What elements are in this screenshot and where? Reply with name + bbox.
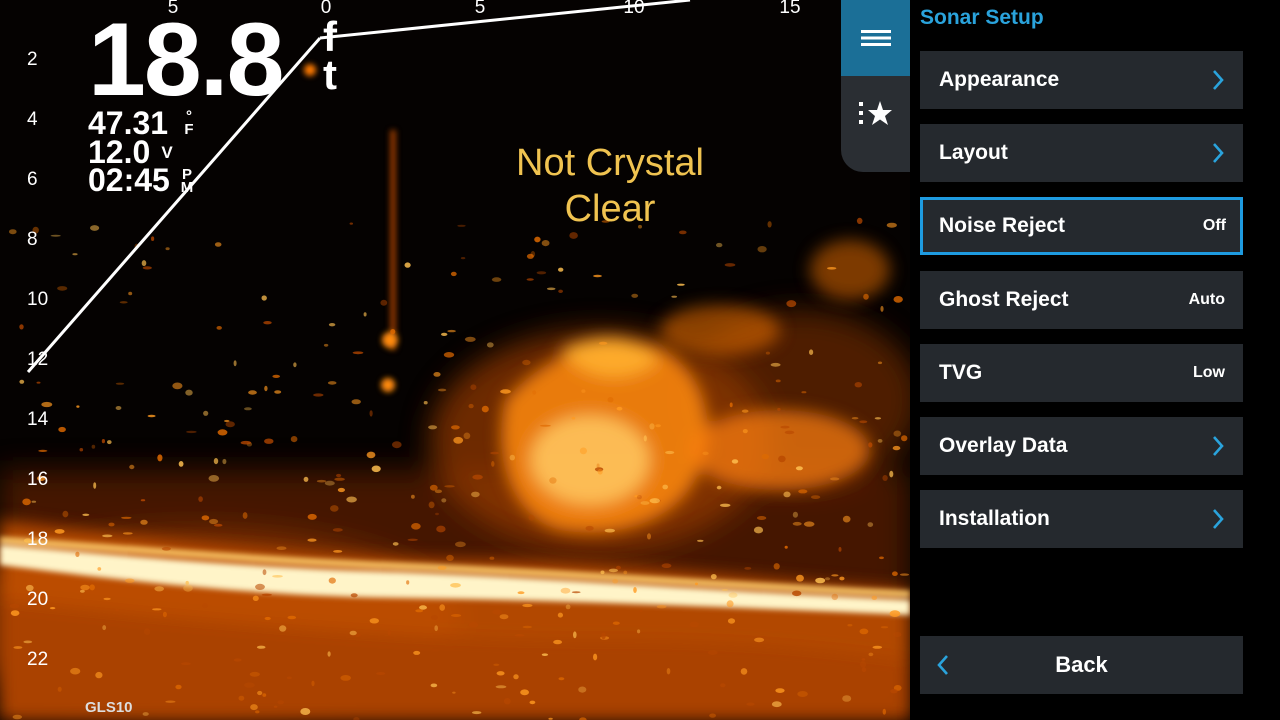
depth-scale-label: 14 <box>27 409 49 430</box>
voltage-unit: V <box>161 143 173 162</box>
tab-menu[interactable] <box>841 0 910 76</box>
sonar-setup-menu: Sonar Setup Appearance Layout Noise Reje… <box>910 0 1280 720</box>
hamburger-icon <box>860 30 891 46</box>
menu-item-label: Overlay Data <box>939 434 1068 457</box>
menu-item-label: Noise Reject <box>939 214 1066 237</box>
depth-unit: f t <box>316 16 344 98</box>
overlay-caption: Not Crystal Clear <box>490 140 730 232</box>
time-period: P M <box>180 167 194 196</box>
back-label: Back <box>1055 652 1108 677</box>
depth-readout: 18.8 <box>88 2 284 118</box>
depth-unit-bottom: t <box>323 51 337 98</box>
menu-item-value: Low <box>1193 364 1225 381</box>
depth-scale-label: 16 <box>27 469 49 490</box>
depth-scale-label: 20 <box>27 589 49 610</box>
tab-favorites[interactable] <box>841 80 910 146</box>
overlay-caption-line2: Clear <box>564 188 656 230</box>
overlay-caption-line1: Not Crystal <box>516 142 704 184</box>
menu-item-label: Installation <box>939 507 1050 530</box>
chevron-right-icon <box>1213 436 1224 456</box>
depth-scale-label: 18 <box>27 529 49 550</box>
menu-item-tvg[interactable]: TVG Low <box>920 344 1243 402</box>
depth-scale-label: 2 <box>27 49 38 70</box>
depth-scale-label: 6 <box>27 169 38 190</box>
time-period-bottom: M <box>180 179 194 196</box>
menu-item-installation[interactable]: Installation <box>920 490 1243 548</box>
menu-title: Sonar Setup <box>920 6 1044 29</box>
depth-scale-label: 10 <box>27 289 49 310</box>
time-readout: 02:45 <box>88 162 170 198</box>
chevron-right-icon <box>1213 70 1224 90</box>
menu-item-label: Appearance <box>939 68 1060 91</box>
depth-scale-label: 4 <box>27 109 38 130</box>
menu-item-label: TVG <box>939 361 983 384</box>
menu-item-value: Auto <box>1188 291 1225 308</box>
range-label: 10 <box>623 0 645 18</box>
water-temp-unit: ° F <box>182 109 196 138</box>
menu-item-layout[interactable]: Layout <box>920 124 1243 182</box>
chevron-left-icon <box>937 655 948 675</box>
chevron-right-icon <box>1213 143 1224 163</box>
menu-item-noise-reject[interactable]: Noise Reject Off <box>920 197 1243 255</box>
water-temp-unit-bottom: F <box>184 121 194 138</box>
menu-item-appearance[interactable]: Appearance <box>920 51 1243 109</box>
menu-item-value: Off <box>1202 217 1226 234</box>
menu-item-overlay-data[interactable]: Overlay Data <box>920 417 1243 475</box>
menu-item-ghost-reject[interactable]: Ghost Reject Auto <box>920 271 1243 329</box>
chevron-right-icon <box>1213 509 1224 529</box>
back-button[interactable]: Back <box>920 636 1243 694</box>
side-tab-panel <box>841 0 910 172</box>
sonar-view[interactable]: 5 0 5 10 15 2 4 6 8 10 12 14 16 18 20 22… <box>0 0 910 720</box>
menu-item-label: Layout <box>939 141 1008 164</box>
depth-scale-label: 22 <box>27 649 49 670</box>
range-label: 15 <box>779 0 801 18</box>
depth-scale-label: 12 <box>27 349 49 370</box>
depth-scale-label: 8 <box>27 229 38 250</box>
list-star-icon <box>858 101 892 125</box>
range-label: 5 <box>474 0 486 18</box>
menu-item-label: Ghost Reject <box>939 288 1069 311</box>
transducer-label: GLS10 <box>85 699 133 716</box>
